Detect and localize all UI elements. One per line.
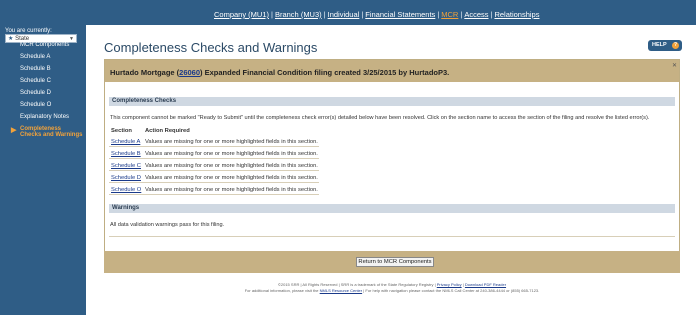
sidebar-item-schedule-o[interactable]: Schedule O (0, 102, 86, 108)
resource-center-link[interactable]: NMLS Resource Center (320, 288, 362, 293)
help-info-prefix: For additional information, please visit… (244, 288, 320, 293)
completeness-description: This component cannot be marked "Ready t… (110, 115, 650, 121)
warnings-heading: Warnings (109, 204, 675, 213)
sidebar-item-mcr-components[interactable]: MCR Components (0, 42, 86, 48)
download-pdf-reader-link[interactable]: Download PDF Reader (465, 282, 506, 287)
help-button-label: HELP (652, 42, 667, 48)
nav-branch[interactable]: Branch (MU3) (275, 10, 322, 19)
filing-header-text: Hurtado Mortgage (26060) Expanded Financ… (110, 68, 449, 77)
nav-access[interactable]: Access (464, 10, 488, 19)
section-link-schedule-d[interactable]: Schedule D (111, 175, 141, 181)
section-link-schedule-o[interactable]: Schedule O (111, 187, 141, 193)
help-info-suffix: | For help with navigation please contac… (362, 288, 540, 293)
warnings-description: All data validation warnings pass for th… (110, 222, 225, 228)
top-navigation: Company (MU1) | Branch (MU3) | Individual | Fi… (0, 0, 696, 25)
table-row: Schedule B Values are missing for one or… (109, 149, 319, 159)
action-required-text: Values are missing for one or more highl… (145, 187, 318, 193)
privacy-policy-link[interactable]: Privacy Policy (437, 282, 462, 287)
action-required-text: Values are missing for one or more highl… (145, 151, 318, 157)
nav-relationships[interactable]: Relationships (494, 10, 539, 19)
action-required-text: Values are missing for one or more highl… (145, 163, 318, 169)
sidebar: You are currently: ★ State ▼ MCR Compone… (0, 25, 86, 315)
nav-company[interactable]: Company (MU1) (214, 10, 269, 19)
section-link-schedule-b[interactable]: Schedule B (111, 151, 141, 157)
sidebar-item-schedule-a[interactable]: Schedule A (0, 54, 86, 60)
return-to-mcr-components-button[interactable]: Return to MCR Components (356, 257, 434, 267)
panel-footer: Return to MCR Components (104, 251, 680, 273)
company-id-link[interactable]: 26060 (179, 68, 200, 77)
close-icon[interactable]: ✕ (672, 62, 677, 69)
sidebar-item-schedule-b[interactable]: Schedule B (0, 66, 86, 72)
triangle-right-icon: ▶ (11, 127, 17, 134)
question-icon: ? (672, 42, 679, 49)
copyright-text: ©2015 SRR | All Rights Reserved | SRR is… (277, 282, 437, 287)
table-row: Schedule D Values are missing for one or… (109, 173, 319, 183)
top-nav-links: Company (MU1) | Branch (MU3) | Individual | Fi… (214, 10, 539, 19)
sidebar-item-schedule-d[interactable]: Schedule D (0, 90, 86, 96)
column-header-section: Section (111, 128, 132, 134)
table-row: Schedule A Values are missing for one or… (109, 137, 319, 147)
completeness-checks-heading: Completeness Checks (109, 97, 675, 106)
action-required-text: Values are missing for one or more highl… (145, 175, 318, 181)
help-button[interactable]: HELP ? (648, 40, 682, 51)
nav-mcr[interactable]: MCR (441, 10, 458, 19)
table-row: Schedule C Values are missing for one or… (109, 161, 319, 171)
filing-header: Hurtado Mortgage (26060) Expanded Financ… (105, 60, 679, 82)
copyright-line: ©2015 SRR | All Rights Reserved | SRR is… (104, 282, 680, 287)
column-header-action: Action Required (145, 128, 190, 134)
sidebar-item-label-line2: Checks and Warnings (20, 132, 83, 138)
filing-header-prefix: Hurtado Mortgage ( (110, 68, 180, 77)
page-title: Completeness Checks and Warnings (104, 40, 318, 55)
divider (109, 236, 675, 237)
section-link-schedule-c[interactable]: Schedule C (111, 163, 141, 169)
sidebar-item-schedule-c[interactable]: Schedule C (0, 78, 86, 84)
section-link-schedule-a[interactable]: Schedule A (111, 139, 140, 145)
nav-individual[interactable]: Individual (328, 10, 360, 19)
action-required-text: Values are missing for one or more highl… (145, 139, 318, 145)
table-row: Schedule O Values are missing for one or… (109, 185, 319, 195)
sidebar-item-completeness-checks[interactable]: ▶ Completeness Checks and Warnings (0, 126, 86, 138)
filing-header-suffix: ) Expanded Financial Condition filing cr… (200, 68, 450, 77)
help-info-line: For additional information, please visit… (104, 288, 680, 293)
nav-financial-statements[interactable]: Financial Statements (365, 10, 435, 19)
sidebar-item-explanatory-notes[interactable]: Explanatory Notes (0, 114, 86, 120)
